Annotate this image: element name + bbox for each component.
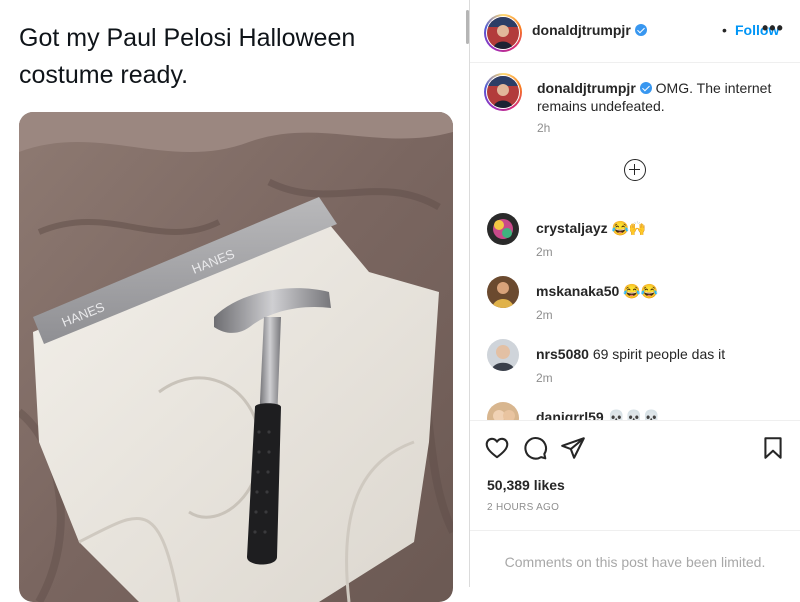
comment-item: crystaljayz 😂🙌 2m	[470, 213, 800, 271]
likes-count[interactable]: 50,389 likes	[487, 477, 565, 493]
scrollbar-thumb[interactable]	[466, 10, 469, 44]
comment-text: 😂🙌	[611, 220, 647, 236]
comments-section[interactable]: donaldjtrumpjr OMG. The internet remains…	[470, 63, 800, 420]
comment-username[interactable]: danigrrl59	[536, 409, 604, 420]
comment-time[interactable]: 2m	[536, 245, 553, 259]
comment-item: danigrrl59 💀💀💀 2m	[470, 402, 800, 420]
caption-story-ring[interactable]	[484, 73, 522, 111]
comment-username[interactable]: mskanaka50	[536, 283, 619, 299]
comment-time[interactable]: 2m	[536, 308, 553, 322]
comment-username[interactable]: nrs5080	[536, 346, 589, 362]
header-username[interactable]: donaldjtrumpjr	[532, 22, 647, 38]
photo-illustration: HANES HANES	[19, 112, 453, 602]
comment-username[interactable]: crystaljayz	[536, 220, 608, 236]
post-header: donaldjtrumpjr • Follow •••	[470, 0, 800, 63]
comment-avatar[interactable]	[487, 276, 519, 308]
add-comments-icon[interactable]	[624, 159, 646, 181]
caption-avatar[interactable]	[487, 76, 519, 108]
instagram-post-modal: Got my Paul Pelosi Halloween costume rea…	[0, 0, 800, 602]
comment-avatar[interactable]	[487, 402, 519, 420]
comment-text: 69 spirit people das it	[592, 346, 726, 362]
post-actions: 50,389 likes 2 HOURS AGO	[470, 420, 800, 530]
comment-item: mskanaka50 😂😂 2m	[470, 276, 800, 334]
share-icon[interactable]	[560, 435, 586, 461]
caption: donaldjtrumpjr OMG. The internet remains…	[537, 79, 787, 115]
verified-icon	[634, 24, 647, 36]
story-ring[interactable]	[484, 14, 522, 52]
post-photo: HANES HANES	[19, 112, 453, 602]
caption-time[interactable]: 2h	[537, 121, 550, 135]
bookmark-icon[interactable]	[760, 435, 786, 461]
comment-text: 😂😂	[623, 283, 659, 299]
comment-avatar[interactable]	[487, 339, 519, 371]
verified-icon	[639, 82, 652, 94]
tweet-text: Got my Paul Pelosi Halloween costume rea…	[19, 24, 356, 89]
avatar[interactable]	[487, 17, 519, 49]
comment-text: 💀💀💀	[607, 409, 660, 420]
post-media: Got my Paul Pelosi Halloween costume rea…	[0, 0, 470, 602]
comment-time[interactable]: 2m	[536, 371, 553, 385]
comment-item: nrs5080 69 spirit people das it 2m	[470, 339, 800, 397]
heart-icon[interactable]	[484, 435, 510, 461]
comment-avatar[interactable]	[487, 213, 519, 245]
post-side-panel: donaldjtrumpjr • Follow ••• donaldjtrump…	[470, 0, 800, 587]
post-timestamp[interactable]: 2 HOURS AGO	[487, 502, 559, 513]
header-separator: •	[722, 22, 727, 38]
more-icon[interactable]: •••	[762, 18, 784, 39]
caption-username[interactable]: donaldjtrumpjr	[537, 80, 636, 96]
comments-limited-notice: Comments on this post have been limited.	[470, 530, 800, 587]
comment-icon[interactable]	[522, 435, 548, 461]
